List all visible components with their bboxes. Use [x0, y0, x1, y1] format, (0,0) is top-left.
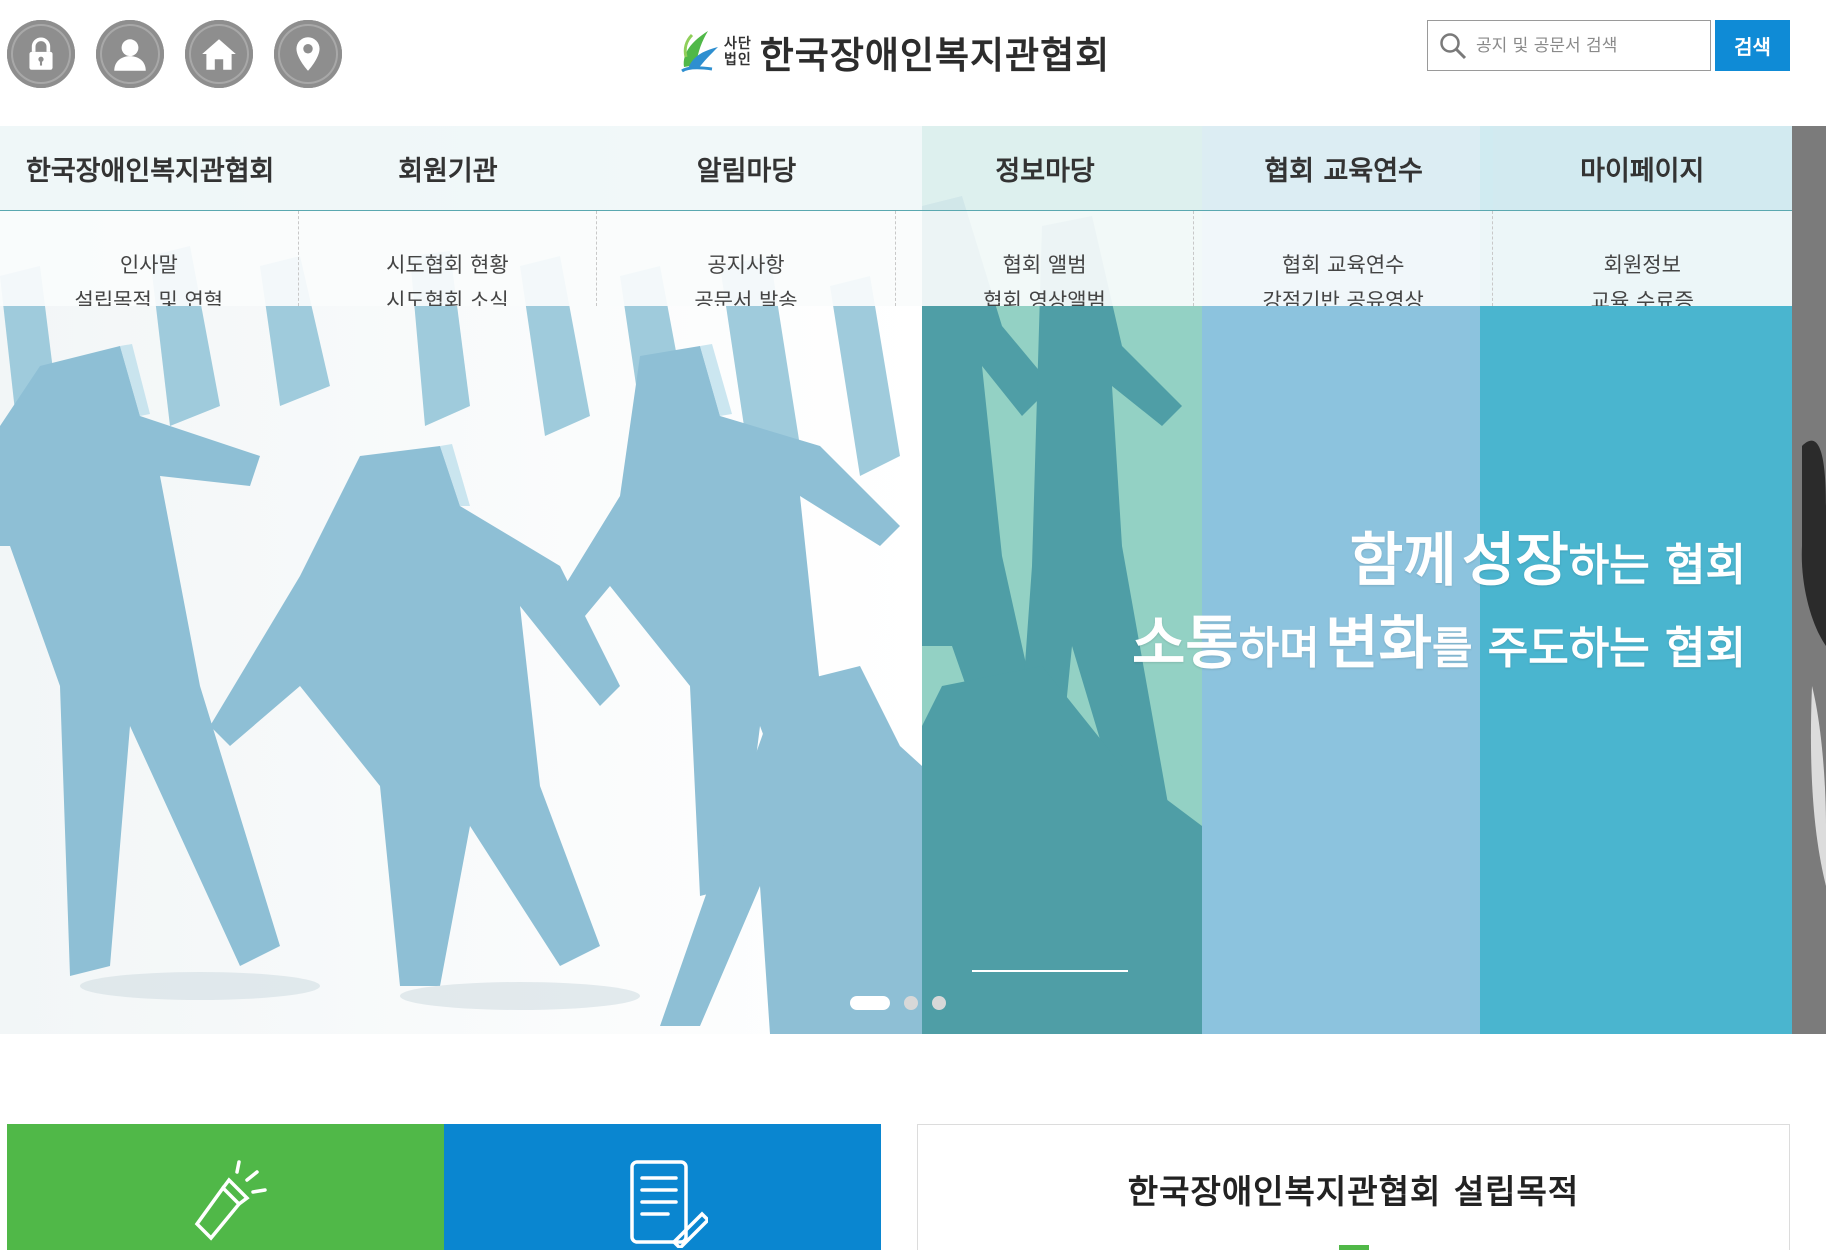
- subnav-link-strength-videos[interactable]: 강점기반 공유영상: [1194, 283, 1492, 306]
- location-button[interactable]: [274, 20, 342, 88]
- subnav-link-album[interactable]: 협회 앨범: [896, 247, 1194, 283]
- slogan-line1-rest: 하는 협회: [1568, 540, 1746, 591]
- document-edit-icon: [629, 1160, 708, 1248]
- slogan-line-1: 함께 성장하는 협회: [1132, 526, 1746, 609]
- slider-pagination: [850, 996, 946, 1010]
- slogan-word-growth: 성장: [1462, 526, 1569, 594]
- subnav-link-regional-status[interactable]: 시도협회 현황: [299, 247, 597, 283]
- quick-menu: [7, 1124, 881, 1250]
- nav-item-association[interactable]: 한국장애인복지관협회: [0, 126, 299, 210]
- site-logo[interactable]: 사단 법인 한국장애인복지관협회: [678, 22, 1110, 82]
- hero-slogan: 함께 성장하는 협회 소통하며 변화를 주도하는 협회: [971, 526, 1746, 972]
- login-button[interactable]: [7, 20, 75, 88]
- slide-dot-1[interactable]: [850, 996, 890, 1010]
- logo-sub-bottom: 법인: [724, 52, 752, 68]
- nav-item-info[interactable]: 정보마당: [896, 126, 1195, 210]
- subnav-link-certificate[interactable]: 교육 수료증: [1493, 283, 1792, 306]
- sub-navigation-dropdown: 인사말 설립목적 및 연혁 시도협회 현황 시도협회 소식 공지사항 공문서 발…: [0, 211, 1792, 306]
- slogan-divider: [971, 970, 1128, 972]
- subnav-link-training[interactable]: 협회 교육연수: [1194, 247, 1492, 283]
- search-form: 검색: [1427, 20, 1790, 71]
- home-button[interactable]: [185, 20, 253, 88]
- content-section: 한국장애인복지관협회 설립목적: [0, 1034, 1826, 1250]
- nav-item-members[interactable]: 회원기관: [299, 126, 598, 210]
- search-button[interactable]: 검색: [1715, 20, 1790, 71]
- home-icon: [202, 39, 236, 70]
- user-icon: [114, 39, 146, 71]
- slogan-word-together: 함께: [1349, 526, 1457, 594]
- subnav-link-video-album[interactable]: 협회 영상앨범: [896, 283, 1194, 306]
- nav-item-mypage[interactable]: 마이페이지: [1492, 126, 1792, 210]
- slogan-line-2: 소통하며 변화를 주도하는 협회: [1132, 609, 1746, 692]
- site-header: 사단 법인 한국장애인복지관협회 검색: [0, 0, 1826, 126]
- search-icon: [1440, 32, 1467, 59]
- join-button[interactable]: [96, 20, 164, 88]
- purpose-panel: 한국장애인복지관협회 설립목적: [917, 1124, 1790, 1250]
- slogan-line2-rest: 를 주도하는 협회: [1432, 623, 1746, 674]
- location-pin-icon: [296, 37, 320, 71]
- quick-tile-blue[interactable]: [444, 1124, 881, 1250]
- subnav-column-association: 인사말 설립목적 및 연혁: [0, 211, 299, 306]
- logo-sub-top: 사단: [724, 36, 752, 52]
- subnav-column-mypage: 회원정보 교육 수료증: [1493, 211, 1792, 306]
- subnav-column-notices: 공지사항 공문서 발송: [597, 211, 896, 306]
- slide-dot-2[interactable]: [904, 996, 918, 1010]
- search-box: [1427, 20, 1711, 71]
- quick-tile-green[interactable]: [7, 1124, 444, 1250]
- subnav-column-info: 협회 앨범 협회 영상앨범: [896, 211, 1195, 306]
- slogan-word-communication: 소통: [1131, 609, 1239, 677]
- subnav-link-greeting[interactable]: 인사말: [0, 247, 298, 283]
- subnav-link-official-docs[interactable]: 공문서 발송: [597, 283, 895, 306]
- slide-dot-3[interactable]: [932, 996, 946, 1010]
- subnav-link-regional-news[interactable]: 시도협회 소식: [299, 283, 597, 306]
- subnav-column-members: 시도협회 현황 시도협회 소식: [299, 211, 598, 306]
- subnav-link-member-info[interactable]: 회원정보: [1493, 247, 1792, 283]
- nav-item-education[interactable]: 협회 교육연수: [1194, 126, 1493, 210]
- subnav-column-education: 협회 교육연수 강점기반 공유영상: [1194, 211, 1493, 306]
- flashlight-icon: [194, 1160, 267, 1241]
- logo-corporation-label: 사단 법인: [724, 36, 752, 68]
- slogan-word-change: 변화: [1325, 609, 1432, 677]
- nav-item-notices[interactable]: 알림마당: [597, 126, 896, 210]
- next-slide-illustration: [1792, 126, 1826, 1034]
- lock-icon: [29, 37, 53, 70]
- utility-icon-group: [7, 20, 342, 88]
- subnav-link-history[interactable]: 설립목적 및 연혁: [0, 283, 298, 306]
- slogan-line2-mid: 하며: [1238, 623, 1320, 674]
- search-input[interactable]: [1476, 35, 1696, 56]
- logo-title: 한국장애인복지관협회: [759, 34, 1111, 77]
- leaf-logo-icon: [681, 31, 718, 73]
- subnav-link-notice[interactable]: 공지사항: [597, 247, 895, 283]
- purpose-title: 한국장애인복지관협회 설립목적: [1127, 1172, 1580, 1211]
- purpose-title-underline: [1339, 1245, 1369, 1250]
- main-navigation: 한국장애인복지관협회 회원기관 알림마당 정보마당 협회 교육연수 마이페이지: [0, 126, 1792, 211]
- hero-panel-next-slide-peek: [1792, 126, 1826, 1034]
